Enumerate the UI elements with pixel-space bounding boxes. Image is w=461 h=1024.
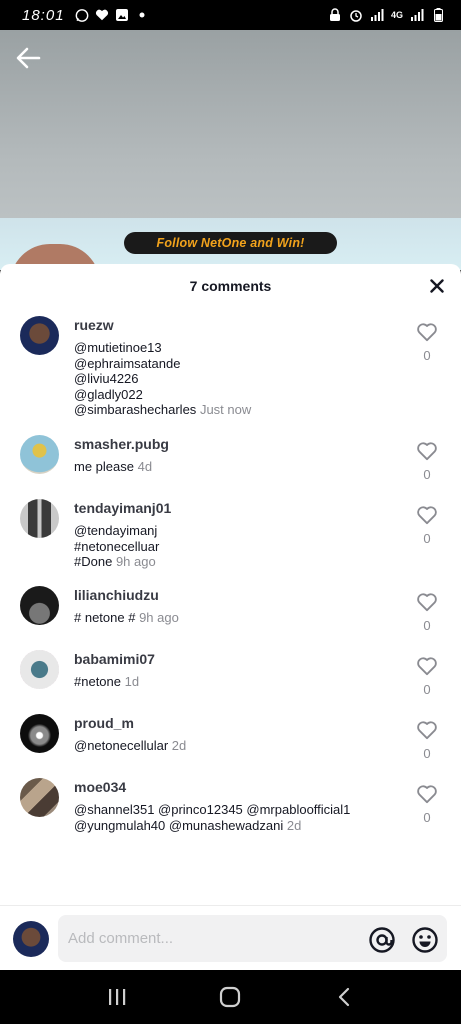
avatar[interactable] <box>20 435 59 474</box>
at-icon <box>369 927 395 953</box>
avatar[interactable] <box>20 316 59 355</box>
back-button[interactable] <box>14 44 42 72</box>
comment-username[interactable]: ruezw <box>74 316 401 334</box>
comment-text: @shannel351 @princo12345 @mrpabloofficia… <box>74 802 401 833</box>
comment-username[interactable]: smasher.pubg <box>74 435 401 453</box>
like-button[interactable]: 0 <box>415 505 439 546</box>
signal-2-icon <box>410 8 424 22</box>
network-type: 4G <box>390 10 403 20</box>
comment-time: 2d <box>286 817 302 833</box>
comment-time: Just now <box>199 402 252 418</box>
comments-sheet: 7 comments ruezw @mutietinoe13 @ephraims… <box>0 264 461 970</box>
like-count: 0 <box>423 618 431 633</box>
like-button[interactable]: 0 <box>415 656 439 697</box>
comment-text: # netone # 9h ago <box>74 610 401 626</box>
lock-icon <box>328 8 342 22</box>
comment-username[interactable]: lilianchiudzu <box>74 586 401 604</box>
like-button[interactable]: 0 <box>415 720 439 761</box>
alarm-icon <box>349 8 363 22</box>
heart-icon <box>417 721 437 740</box>
comment-message: # netone # <box>74 610 136 625</box>
heart-notification-icon <box>95 8 109 22</box>
comment-message: me please <box>74 459 134 474</box>
comments-count-title: 7 comments <box>189 278 272 294</box>
heart-icon <box>417 785 437 804</box>
like-button[interactable]: 0 <box>415 441 439 482</box>
comment-time: 2d <box>171 738 187 753</box>
status-bar: 18:01 4G <box>0 0 461 30</box>
like-button[interactable]: 0 <box>415 322 439 363</box>
heart-icon <box>417 442 437 461</box>
my-avatar <box>13 921 49 957</box>
heart-icon <box>417 506 437 525</box>
back-arrow-icon <box>16 47 41 69</box>
dot-icon <box>135 8 149 22</box>
like-button[interactable]: 0 <box>415 592 439 633</box>
comment-time: 9h ago <box>139 610 179 625</box>
avatar[interactable] <box>20 586 59 625</box>
system-nav-bar <box>0 970 461 1024</box>
whatsapp-icon <box>75 8 89 22</box>
heart-icon <box>417 323 437 342</box>
home-icon <box>220 986 241 1008</box>
comment-text: @netonecellular 2d <box>74 738 401 754</box>
like-count: 0 <box>423 746 431 761</box>
comment-text: @mutietinoe13 @ephraimsatande @liviu4226… <box>74 340 401 418</box>
close-button[interactable] <box>427 276 447 296</box>
comment-username[interactable]: tendayimanj01 <box>74 499 401 517</box>
nav-back-button[interactable] <box>324 977 364 1017</box>
comment-time: 4d <box>137 459 153 474</box>
comment-username[interactable]: proud_m <box>74 714 401 732</box>
emoji-button[interactable] <box>411 926 439 954</box>
comment-time: 9h ago <box>115 554 156 570</box>
comment-time: 1d <box>124 674 140 689</box>
video-player[interactable]: Follow NetOne and Win! <box>0 30 461 284</box>
avatar[interactable] <box>20 778 59 817</box>
comment-username[interactable]: babamimi07 <box>74 650 401 668</box>
like-count: 0 <box>423 531 431 546</box>
signal-icon <box>370 8 384 22</box>
comment-message: @netonecellular <box>74 738 169 753</box>
comment-message: @shannel351 @princo12345 @mrpabloofficia… <box>74 802 351 833</box>
like-count: 0 <box>423 348 431 363</box>
like-button[interactable]: 0 <box>415 784 439 825</box>
home-button[interactable] <box>210 977 250 1017</box>
comment-username[interactable]: moe034 <box>74 778 401 796</box>
status-time: 18:01 <box>22 6 65 24</box>
comment-text: me please 4d <box>74 459 401 475</box>
like-count: 0 <box>423 682 431 697</box>
comment-input-bar <box>0 905 461 970</box>
comment-text: #netone 1d <box>74 674 401 690</box>
like-count: 0 <box>423 467 431 482</box>
close-icon <box>430 279 444 293</box>
sheet-header: 7 comments <box>0 264 461 308</box>
video-banner: Follow NetOne and Win! <box>124 232 337 254</box>
avatar[interactable] <box>20 650 59 689</box>
heart-icon <box>417 657 437 676</box>
comment-text: @tendayimanj #netonecelluar #Done 9h ago <box>74 523 401 570</box>
avatar[interactable] <box>20 499 59 538</box>
comment-message: #netone <box>74 674 121 689</box>
like-count: 0 <box>423 810 431 825</box>
comment-message: @mutietinoe13 @ephraimsatande @liviu4226… <box>74 340 197 418</box>
nav-back-icon <box>339 987 350 1007</box>
battery-icon <box>431 8 445 22</box>
avatar[interactable] <box>20 714 59 753</box>
recent-apps-button[interactable] <box>97 977 137 1017</box>
emoji-icon <box>412 927 438 953</box>
mention-button[interactable] <box>368 926 396 954</box>
gallery-icon <box>115 8 129 22</box>
recent-apps-icon <box>108 989 126 1005</box>
heart-icon <box>417 593 437 612</box>
